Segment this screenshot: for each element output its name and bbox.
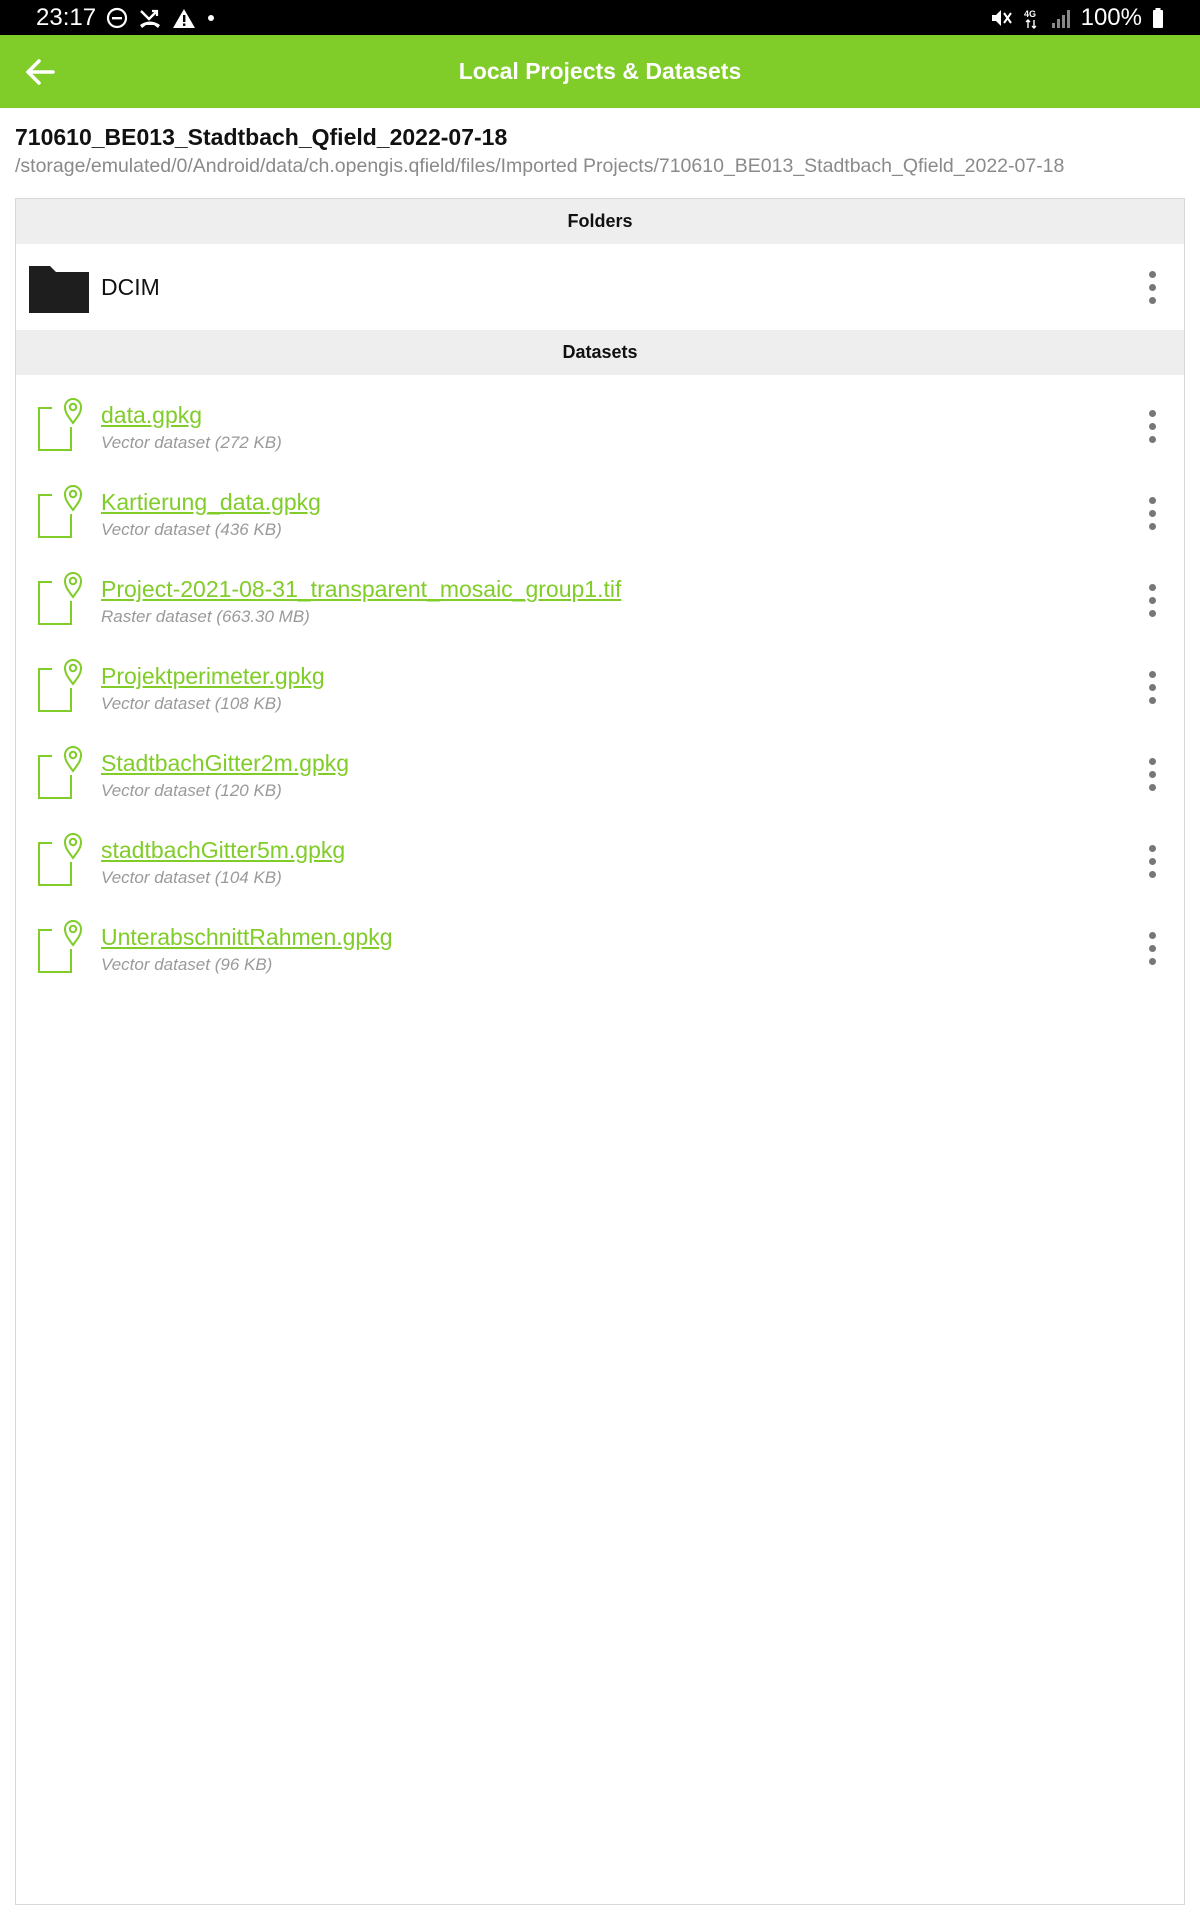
dataset-more-button[interactable] [1140, 575, 1164, 625]
app-title: Local Projects & Datasets [458, 58, 742, 84]
do-not-disturb-icon [106, 7, 128, 29]
more-dot-icon [1148, 496, 1156, 504]
dataset-file-icon [38, 743, 88, 799]
dataset-meta: Vector dataset (272 KB) [101, 433, 282, 452]
more-dot-icon [1148, 583, 1156, 591]
dot-icon [206, 13, 216, 23]
arrow-left-icon [26, 59, 55, 85]
more-dot-icon [1148, 870, 1156, 878]
dataset-more-button[interactable] [1140, 836, 1164, 886]
dataset-row[interactable]: StadtbachGitter2m.gpkg Vector dataset (1… [16, 733, 1184, 820]
dataset-row[interactable]: data.gpkg Vector dataset (272 KB) [16, 385, 1184, 472]
project-path: /storage/emulated/0/Android/data/ch.open… [15, 155, 1065, 177]
dataset-name-link[interactable]: StadtbachGitter2m.gpkg [101, 750, 349, 777]
dataset-more-button[interactable] [1140, 488, 1164, 538]
status-bar: 23:17 4G 100% [0, 0, 1200, 35]
more-dot-icon [1148, 296, 1156, 304]
dataset-file-icon [38, 830, 88, 886]
more-dot-icon [1148, 770, 1156, 778]
svg-text:4G: 4G [1024, 9, 1036, 19]
dataset-name-link[interactable]: UnterabschnittRahmen.gpkg [101, 924, 393, 951]
more-dot-icon [1148, 609, 1156, 617]
dataset-file-icon [38, 656, 88, 712]
dataset-name-link[interactable]: stadtbachGitter5m.gpkg [101, 837, 345, 864]
dataset-meta: Vector dataset (108 KB) [101, 694, 282, 713]
more-dot-icon [1148, 944, 1156, 952]
dataset-file-icon [38, 395, 88, 451]
more-dot-icon [1148, 931, 1156, 939]
dataset-more-button[interactable] [1140, 662, 1164, 712]
dataset-meta: Vector dataset (120 KB) [101, 781, 282, 800]
more-dot-icon [1148, 409, 1156, 417]
dataset-more-button[interactable] [1140, 749, 1164, 799]
missed-call-icon [138, 7, 162, 29]
dataset-row[interactable]: Project-2021-08-31_transparent_mosaic_gr… [16, 559, 1184, 646]
file-browser-panel: Folders DCIM Datasets data.gpkg Vector d… [15, 198, 1185, 1905]
app-bar: Local Projects & Datasets [0, 35, 1200, 108]
dataset-file-icon [38, 917, 88, 973]
dataset-file-icon [38, 569, 88, 625]
more-dot-icon [1148, 757, 1156, 765]
more-dot-icon [1148, 696, 1156, 704]
folder-more-button[interactable] [1140, 262, 1164, 312]
more-dot-icon [1148, 783, 1156, 791]
dataset-row[interactable]: Projektperimeter.gpkg Vector dataset (10… [16, 646, 1184, 733]
folders-section-header: Folders [16, 199, 1184, 244]
status-right: 4G 100% [989, 4, 1164, 32]
mute-icon [989, 7, 1013, 29]
dataset-more-button[interactable] [1140, 401, 1164, 451]
more-dot-icon [1148, 683, 1156, 691]
dataset-meta: Vector dataset (96 KB) [101, 955, 273, 974]
signal-icon [1051, 7, 1071, 29]
status-left: 23:17 [36, 4, 216, 32]
dataset-file-icon [38, 482, 88, 538]
dataset-name-link[interactable]: Project-2021-08-31_transparent_mosaic_gr… [101, 576, 621, 603]
back-button[interactable] [12, 43, 70, 101]
dataset-more-button[interactable] [1140, 923, 1164, 973]
dataset-row[interactable]: UnterabschnittRahmen.gpkg Vector dataset… [16, 907, 1184, 994]
dataset-list: data.gpkg Vector dataset (272 KB) Kartie… [16, 375, 1184, 994]
more-dot-icon [1148, 270, 1156, 278]
network-4g-icon: 4G [1023, 7, 1041, 29]
more-dot-icon [1148, 435, 1156, 443]
more-dot-icon [1148, 844, 1156, 852]
dataset-name-link[interactable]: Projektperimeter.gpkg [101, 663, 325, 690]
datasets-section-header: Datasets [16, 330, 1184, 375]
more-dot-icon [1148, 857, 1156, 865]
more-dot-icon [1148, 957, 1156, 965]
battery-percent: 100% [1080, 3, 1142, 31]
more-dot-icon [1148, 596, 1156, 604]
project-name: 710610_BE013_Stadtbach_Qfield_2022-07-18 [15, 124, 508, 150]
dataset-row[interactable]: Kartierung_data.gpkg Vector dataset (436… [16, 472, 1184, 559]
dataset-name-link[interactable]: data.gpkg [101, 402, 202, 429]
dataset-meta: Vector dataset (104 KB) [101, 868, 282, 887]
more-dot-icon [1148, 422, 1156, 430]
warning-icon [172, 7, 196, 29]
folder-name: DCIM [101, 274, 160, 300]
folder-icon [28, 264, 90, 314]
more-dot-icon [1148, 522, 1156, 530]
dataset-meta: Raster dataset (663.30 MB) [101, 607, 310, 626]
more-dot-icon [1148, 283, 1156, 291]
dataset-row[interactable]: stadtbachGitter5m.gpkg Vector dataset (1… [16, 820, 1184, 907]
dataset-meta: Vector dataset (436 KB) [101, 520, 282, 539]
more-dot-icon [1148, 670, 1156, 678]
status-time: 23:17 [36, 3, 97, 31]
dataset-name-link[interactable]: Kartierung_data.gpkg [101, 489, 321, 516]
folder-row[interactable]: DCIM [16, 244, 1184, 330]
battery-icon [1152, 7, 1164, 29]
more-dot-icon [1148, 509, 1156, 517]
